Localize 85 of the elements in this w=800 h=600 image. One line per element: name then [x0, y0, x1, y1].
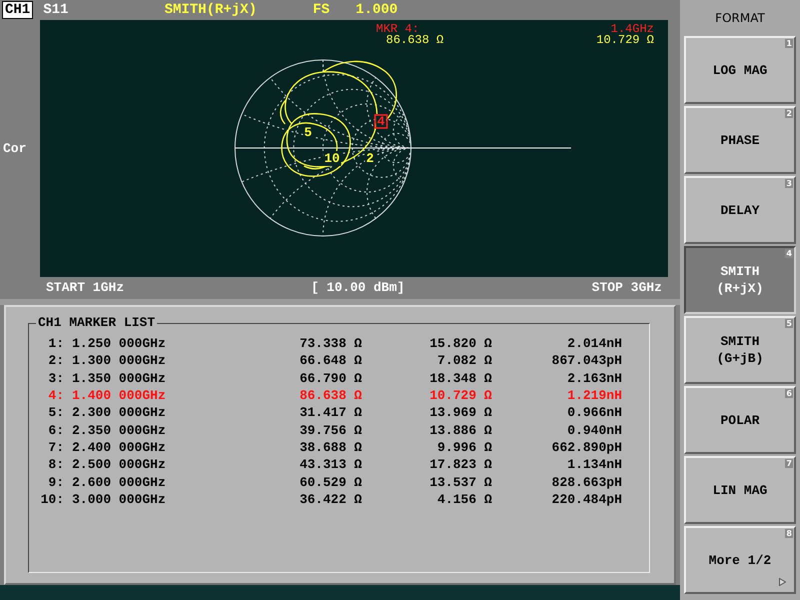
marker-frequency-cell-text: 2.400 000GHz	[71, 440, 167, 455]
softkey-number: 2	[785, 109, 793, 118]
active-marker: 4	[374, 114, 388, 129]
marker-resistance: 86.638 Ω	[386, 34, 444, 46]
softkey-number: 4	[785, 249, 793, 258]
inductance-cell-text: 0.966nH	[566, 405, 622, 420]
marker-frequency: 1.4GHz	[610, 23, 654, 35]
inductance-cell-text: 867.043pH	[550, 353, 622, 368]
marker-frequency-cell-text: 2.350 000GHz	[71, 422, 167, 438]
marker-index: 3:	[47, 370, 64, 386]
reactance-cell-text: 13.969 Ω	[428, 405, 492, 420]
inductance-cell-text: 828.663pH	[550, 474, 622, 490]
marker-index: 1:	[47, 336, 64, 352]
stop-frequency: STOP 3GHz	[592, 279, 662, 298]
marker-frequency-cell-text: 1.350 000GHz	[71, 370, 167, 386]
channel-label: CH1	[2, 1, 34, 19]
softkey-number: 3	[785, 179, 793, 188]
resistance-cell-text: 60.529 Ω	[298, 474, 362, 490]
inductance-cell-text: 662.890pH	[550, 440, 622, 455]
softkey-button[interactable]: PHASE 2	[684, 106, 796, 174]
resistance-cell-text: 43.313 Ω	[298, 457, 362, 472]
softkey-button[interactable]: DELAY 3	[684, 176, 796, 244]
marker-index: 2:	[47, 353, 64, 368]
marker-frequency-cell-text: 2.600 000GHz	[71, 474, 167, 490]
parameter-label: S11	[43, 0, 68, 20]
softkey-number: 8	[785, 529, 793, 538]
marker-frequency-cell-text: 2.500 000GHz	[71, 457, 167, 472]
reactance-cell-text: 13.537 Ω	[428, 474, 492, 490]
triangle-right-icon	[779, 578, 786, 586]
softkey-button[interactable]: SMITH (G+jB) 5	[684, 316, 796, 384]
start-frequency: START 1GHz	[46, 279, 124, 298]
resistance-cell-text: 86.638 Ω	[298, 388, 362, 404]
reactance-cell-text: 15.820 Ω	[428, 336, 492, 352]
marker-index: 4:	[47, 388, 64, 404]
marker-frequency-cell-text: 1.400 000GHz	[71, 388, 167, 404]
softkey-number: 6	[785, 389, 793, 398]
marker-frequency-cell-text: 1.300 000GHz	[71, 353, 167, 368]
reactance-cell-text: 17.823 Ω	[428, 457, 492, 472]
inductance-cell-text: 2.014nH	[566, 336, 622, 352]
format-label: SMITH(R+jX)	[164, 0, 257, 20]
marker-index: 6:	[47, 422, 64, 438]
softkey-button[interactable]: More 1/2 8	[684, 526, 796, 594]
softkey-number: 7	[785, 459, 793, 468]
scale-value: 1.000	[356, 0, 398, 20]
resistance-cell-text: 66.648 Ω	[298, 353, 362, 368]
reactance-cell-text: 13.886 Ω	[428, 422, 492, 438]
marker-index: 10:	[40, 492, 64, 507]
scale-label: FS	[312, 0, 330, 20]
resistance-cell-text: 66.790 Ω	[298, 370, 362, 386]
source-power: [ 10.00 dBm]	[311, 279, 405, 298]
resistance-cell-text: 39.756 Ω	[298, 422, 362, 438]
softkey-button[interactable]: LIN MAG 7	[684, 456, 796, 524]
resistance-cell-text: 31.417 Ω	[298, 405, 362, 420]
marker-index: 9:	[47, 474, 64, 490]
softkey-number: 1	[785, 39, 793, 48]
reactance-cell-text: 10.729 Ω	[428, 388, 492, 404]
resistance-cell-text: 36.422 Ω	[298, 492, 362, 507]
marker-index: 7:	[47, 440, 64, 455]
reactance-cell-text: 18.348 Ω	[428, 370, 492, 386]
marker-label: 2	[366, 151, 374, 166]
softkey-number: 5	[785, 319, 793, 328]
inductance-cell-text: 1.134nH	[566, 457, 622, 472]
inductance-cell-text: 2.163nH	[566, 370, 622, 386]
marker-label: 10	[324, 151, 340, 166]
marker-index: 5:	[47, 405, 64, 420]
side-label: Cor	[2, 140, 26, 158]
marker-label: MKR 4:	[376, 23, 420, 35]
reactance-cell-text: 4.156 Ω	[436, 492, 492, 507]
reactance-cell-text: 7.082 Ω	[436, 353, 492, 368]
marker-label: 5	[304, 125, 312, 140]
inductance-cell-text: 1.219nH	[566, 388, 622, 404]
softkey-button[interactable]: LOG MAG 1	[684, 36, 796, 104]
resistance-cell-text: 73.338 Ω	[298, 336, 362, 352]
marker-frequency-cell-text: 2.300 000GHz	[71, 405, 167, 420]
softkey-menu-title: FORMAT	[715, 10, 765, 27]
resistance-cell-text: 38.688 Ω	[298, 440, 362, 455]
softkey-button[interactable]: SMITH (R+jX) 4	[684, 246, 796, 314]
marker-index: 8:	[47, 457, 64, 472]
softkey-button[interactable]: POLAR 6	[684, 386, 796, 454]
inductance-cell-text: 220.484pH	[550, 492, 622, 507]
marker-frequency-cell-text: 1.250 000GHz	[71, 336, 167, 352]
marker-reactance: 10.729 Ω	[596, 34, 654, 46]
reactance-cell-text: 9.996 Ω	[436, 440, 492, 455]
marker-frequency-cell-text: 3.000 000GHz	[71, 492, 167, 507]
inductance-cell-text: 0.940nH	[566, 422, 622, 438]
